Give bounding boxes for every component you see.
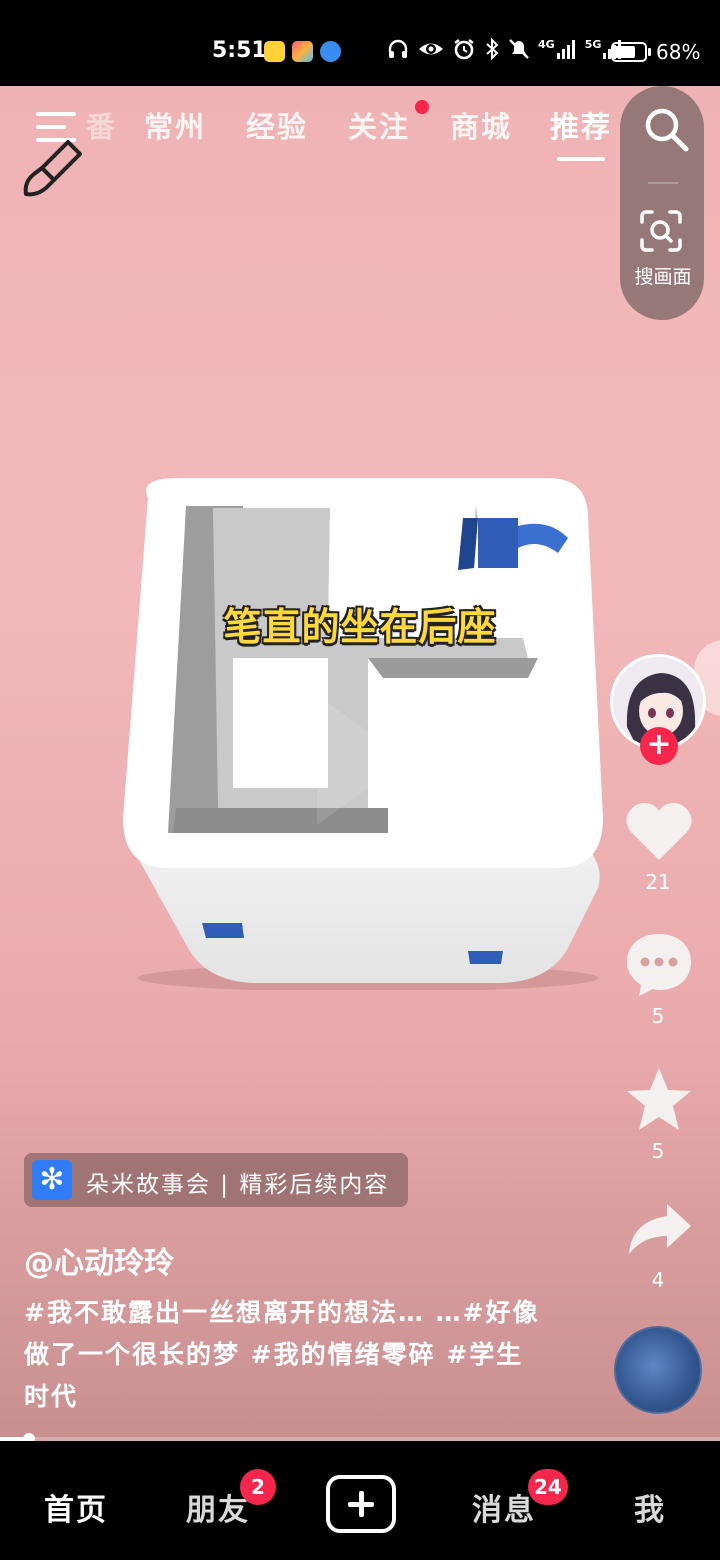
- share-count: 4: [651, 1268, 665, 1292]
- network-4g-label: 4G: [538, 37, 555, 51]
- app-notification-icon: [292, 41, 313, 62]
- weibo-notification-icon: [264, 41, 285, 62]
- share-icon[interactable]: [623, 1196, 695, 1268]
- eye-icon: [419, 43, 443, 55]
- top-nav-tabs: 番 常州 经验 关注 商城 推荐: [0, 104, 640, 154]
- comment-icon[interactable]: [623, 928, 695, 1000]
- play-icon[interactable]: [312, 690, 412, 830]
- friends-badge: 2: [240, 1469, 276, 1505]
- video-caption: 笔直的坐在后座: [223, 605, 497, 649]
- browser-notification-icon: [320, 41, 341, 62]
- tab-recommend[interactable]: 推荐: [550, 104, 612, 146]
- network-5g-label: 5G: [584, 37, 602, 51]
- scan-icon[interactable]: [638, 208, 684, 254]
- battery-icon: [611, 42, 647, 62]
- promo-text: 朵米故事会 | 精彩后续内容: [86, 1172, 390, 1198]
- promo-banner[interactable]: ✻ 朵米故事会 | 精彩后续内容: [24, 1153, 408, 1207]
- tab-messages[interactable]: 消息: [472, 1485, 536, 1529]
- search-icon[interactable]: [643, 106, 689, 152]
- tab-experience[interactable]: 经验: [246, 104, 308, 146]
- mute-icon: [509, 39, 529, 59]
- bluetooth-icon: [486, 37, 499, 61]
- signal-icon: [556, 40, 575, 59]
- music-disc-icon[interactable]: [614, 1326, 702, 1414]
- create-post-button[interactable]: [326, 1475, 396, 1533]
- alarm-icon: [454, 39, 474, 60]
- follow-button[interactable]: +: [640, 727, 678, 765]
- tab-partial[interactable]: 番: [86, 104, 117, 146]
- scan-label[interactable]: 搜画面: [626, 262, 700, 289]
- star-icon[interactable]: [623, 1064, 695, 1136]
- status-bar: 5:51 4G 5G 68%: [0, 0, 720, 86]
- search-divider: [648, 182, 678, 184]
- battery-tip: [648, 48, 651, 56]
- tab-home[interactable]: 首页: [44, 1485, 108, 1529]
- duomi-logo-icon: ✻: [32, 1160, 72, 1200]
- tab-me[interactable]: 我: [634, 1485, 666, 1529]
- favorite-count: 5: [651, 1139, 665, 1163]
- comment-count: 5: [651, 1004, 665, 1028]
- video-description[interactable]: #我不敢露出一丝想离开的想法… …#好像做了一个很长的梦 #我的情绪零碎 #学生…: [24, 1292, 544, 1418]
- active-tab-underline: [557, 157, 605, 161]
- status-time: 5:51: [212, 38, 267, 63]
- heart-icon[interactable]: [623, 796, 695, 868]
- author-name[interactable]: @心动玲玲: [24, 1238, 174, 1282]
- messages-badge: 24: [528, 1469, 568, 1505]
- headphones-icon: [388, 39, 408, 58]
- tab-changzhou[interactable]: 常州: [144, 104, 206, 146]
- battery-percent: 68%: [656, 40, 701, 64]
- tab-mall[interactable]: 商城: [450, 104, 512, 146]
- like-count: 21: [645, 870, 671, 894]
- status-icons: 4G 5G: [386, 37, 623, 61]
- following-dot-badge: [415, 100, 429, 114]
- tab-following[interactable]: 关注: [348, 104, 410, 146]
